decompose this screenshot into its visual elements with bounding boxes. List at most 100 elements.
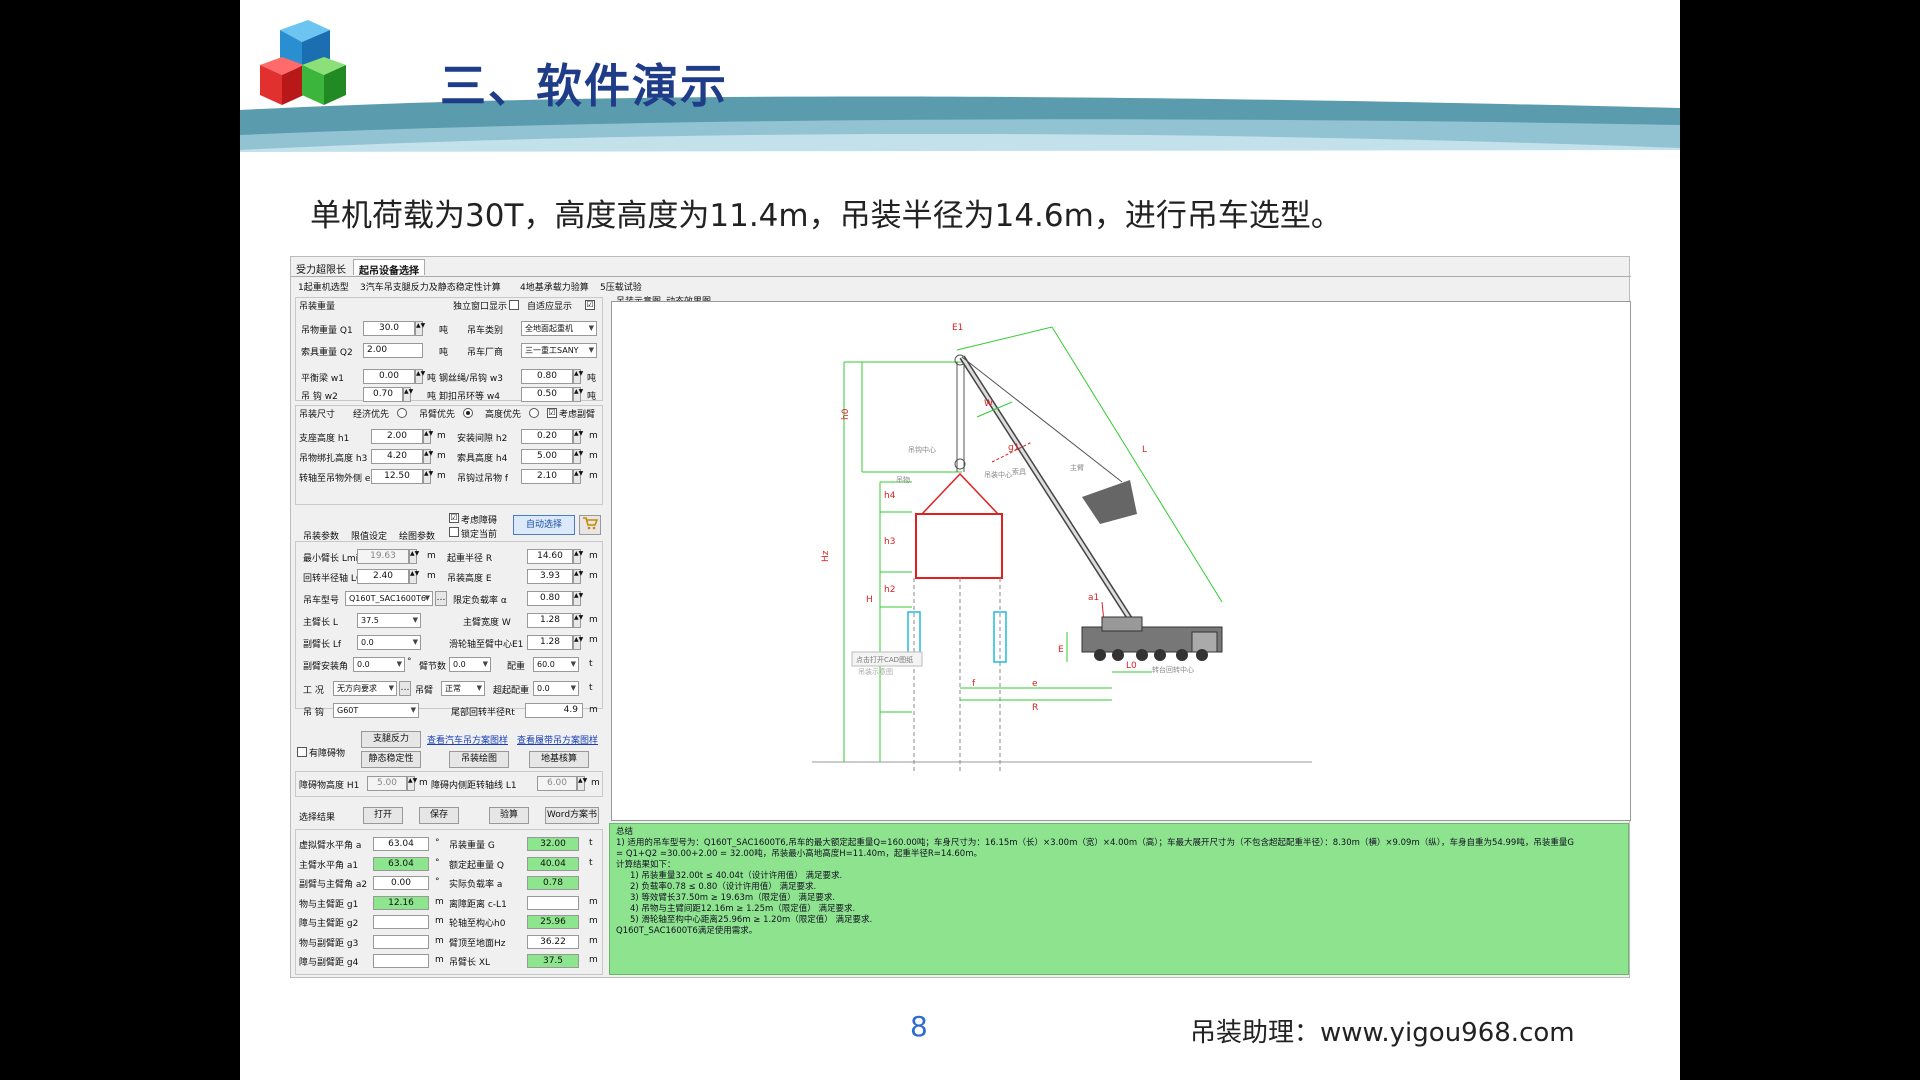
arm-label: 吊臂	[415, 686, 434, 696]
consider-jib-checkbox[interactable]: ☑	[547, 408, 557, 418]
counterweight-select[interactable]: 60.0 ▼	[533, 657, 579, 672]
r-input[interactable]: 14.60	[527, 549, 573, 564]
tail-label: 尾部回转半径Rt	[451, 708, 515, 718]
condition-select[interactable]: 无方向要求 ▼	[333, 681, 397, 696]
rate-input[interactable]: 0.80	[527, 591, 573, 606]
word-report-button[interactable]: Word方案书	[545, 807, 599, 824]
save-button[interactable]: 保存	[419, 807, 459, 824]
result-right-label: 离障距离 c-L1	[449, 899, 507, 910]
w2-spinner[interactable]: ▲▼	[403, 387, 413, 402]
q1-spinner[interactable]: ▲▼	[415, 321, 425, 336]
crane-type-select[interactable]: 全地面起重机 ▼	[521, 321, 597, 336]
jib-angle-select[interactable]: 0.0 ▼	[353, 657, 405, 672]
draw-button[interactable]: 吊装绘图	[449, 751, 509, 768]
tab-crane-select[interactable]: 起吊设备选择	[353, 259, 425, 277]
h1-input[interactable]: 2.00	[371, 429, 423, 444]
w1-label: 平衡梁 w1	[301, 374, 344, 384]
obstacle-h1-spinner[interactable]: ▲▼	[407, 776, 417, 791]
maker-select[interactable]: 三一重工SANY ▼	[521, 343, 597, 358]
result-unit: m	[435, 916, 444, 926]
lmin-spinner[interactable]: ▲▼	[409, 549, 419, 564]
outrigger-button[interactable]: 支腿反力	[361, 731, 421, 748]
l-label: 主臂长 L	[303, 618, 338, 628]
lock-checkbox[interactable]	[449, 527, 459, 537]
condition-more-button[interactable]: …	[399, 681, 411, 696]
opt-economy-radio[interactable]	[397, 408, 407, 418]
sling-triangle	[920, 472, 1000, 515]
l0-spinner[interactable]: ▲▼	[409, 569, 419, 584]
w4-spinner[interactable]: ▲▼	[573, 387, 583, 402]
w-spinner[interactable]: ▲▼	[573, 613, 583, 628]
model-more-button[interactable]: …	[435, 591, 447, 606]
obstacle-h1-input[interactable]: 5.00	[367, 776, 407, 791]
car-scheme-link[interactable]: 查看汽车吊方案图样	[427, 733, 508, 746]
w-input[interactable]: 1.28	[527, 613, 573, 628]
l0-input[interactable]: 2.40	[357, 569, 409, 584]
w-unit: m	[589, 615, 598, 625]
subtab-outrigger[interactable]: 3汽车吊支腿反力及静态稳定性计算	[357, 279, 504, 293]
extra-cw-select[interactable]: 0.0 ▼	[533, 681, 579, 696]
open-button[interactable]: 打开	[363, 807, 403, 824]
w1-spinner[interactable]: ▲▼	[415, 369, 425, 384]
subtab-crane-type[interactable]: 1起重机选型	[295, 279, 352, 293]
r-spinner[interactable]: ▲▼	[573, 549, 583, 564]
e2-input[interactable]: 3.93	[527, 569, 573, 584]
arm-select[interactable]: 正常 ▼	[441, 681, 485, 696]
w4-input[interactable]: 0.50	[521, 387, 573, 402]
r-unit: m	[589, 551, 598, 561]
e1-input[interactable]: 1.28	[527, 635, 573, 650]
h2-spinner[interactable]: ▲▼	[573, 429, 583, 444]
auto-adapt-checkbox[interactable]: ☑	[585, 300, 595, 310]
w1-input[interactable]: 0.00	[363, 369, 415, 384]
w3-spinner[interactable]: ▲▼	[573, 369, 583, 384]
load-box	[915, 513, 1003, 579]
crawler-scheme-link[interactable]: 查看履带吊方案图样	[517, 733, 598, 746]
h2-input[interactable]: 0.20	[521, 429, 573, 444]
h4-spinner[interactable]: ▲▼	[573, 449, 583, 464]
lmin-input[interactable]: 19.63	[357, 549, 409, 564]
q2-input[interactable]: 2.00	[363, 343, 423, 358]
window-display-checkbox[interactable]	[509, 300, 519, 310]
subtab-ballast[interactable]: 5压载试验	[597, 279, 645, 293]
rate-spinner[interactable]: ▲▼	[573, 591, 583, 606]
w2-input[interactable]: 0.70	[363, 387, 403, 402]
hook-select[interactable]: G60T ▼	[333, 703, 419, 718]
result-right-value: 0.78	[527, 876, 579, 890]
obstacle-l1-spinner[interactable]: ▲▼	[577, 776, 587, 791]
lift-diagram-canvas[interactable]: E1 h0 W g1 L Hz h4 h3 H h2 h1 a1 E L0 f …	[611, 301, 1631, 821]
consider-obstacle-checkbox[interactable]: ☑	[449, 513, 459, 523]
e2-spinner[interactable]: ▲▼	[573, 569, 583, 584]
summary-line-4: 1) 吊装重量32.00t ≤ 40.04t（设计许用值） 满足要求.	[630, 871, 843, 881]
e-input[interactable]: 12.50	[371, 469, 423, 484]
h3-input[interactable]: 4.20	[371, 449, 423, 464]
result-right-value: 40.04	[527, 856, 579, 871]
lock-label: 锁定当前	[461, 530, 498, 540]
h1-spinner[interactable]: ▲▼	[423, 429, 433, 444]
subtab-ground[interactable]: 4地基承载力验算	[517, 279, 592, 293]
e-spinner[interactable]: ▲▼	[423, 469, 433, 484]
tail-input[interactable]: 4.9	[525, 703, 583, 718]
check-button[interactable]: 验算	[489, 807, 529, 824]
tab-force[interactable]: 受力超限长	[291, 259, 351, 276]
l-select[interactable]: 37.5 ▼	[357, 613, 421, 628]
lf-select[interactable]: 0.0 ▼	[357, 635, 421, 650]
auto-select-button[interactable]: 自动选择	[513, 515, 575, 535]
obstacle-checkbox[interactable]	[297, 747, 307, 757]
f-spinner[interactable]: ▲▼	[573, 469, 583, 484]
f-input[interactable]: 2.10	[521, 469, 573, 484]
w3-input[interactable]: 0.80	[521, 369, 573, 384]
cart-button[interactable]	[579, 515, 601, 535]
model-select[interactable]: Q160T_SAC1600T6 ▼	[345, 591, 433, 606]
ground-check-button[interactable]: 地基核算	[529, 751, 589, 768]
sections-select[interactable]: 0.0 ▼	[449, 657, 491, 672]
h3-spinner[interactable]: ▲▼	[423, 449, 433, 464]
h4-input[interactable]: 5.00	[521, 449, 573, 464]
opt-height-radio[interactable]	[529, 408, 539, 418]
boom-luff-cable	[961, 356, 1123, 483]
stability-button[interactable]: 静态稳定性	[361, 751, 421, 768]
q1-input[interactable]: 30.0	[363, 321, 415, 336]
obstacle-l1-input[interactable]: 6.00	[537, 776, 577, 791]
e1-spinner[interactable]: ▲▼	[573, 635, 583, 650]
opt-arm-radio[interactable]	[463, 408, 473, 418]
label-h0: h0	[841, 408, 851, 420]
